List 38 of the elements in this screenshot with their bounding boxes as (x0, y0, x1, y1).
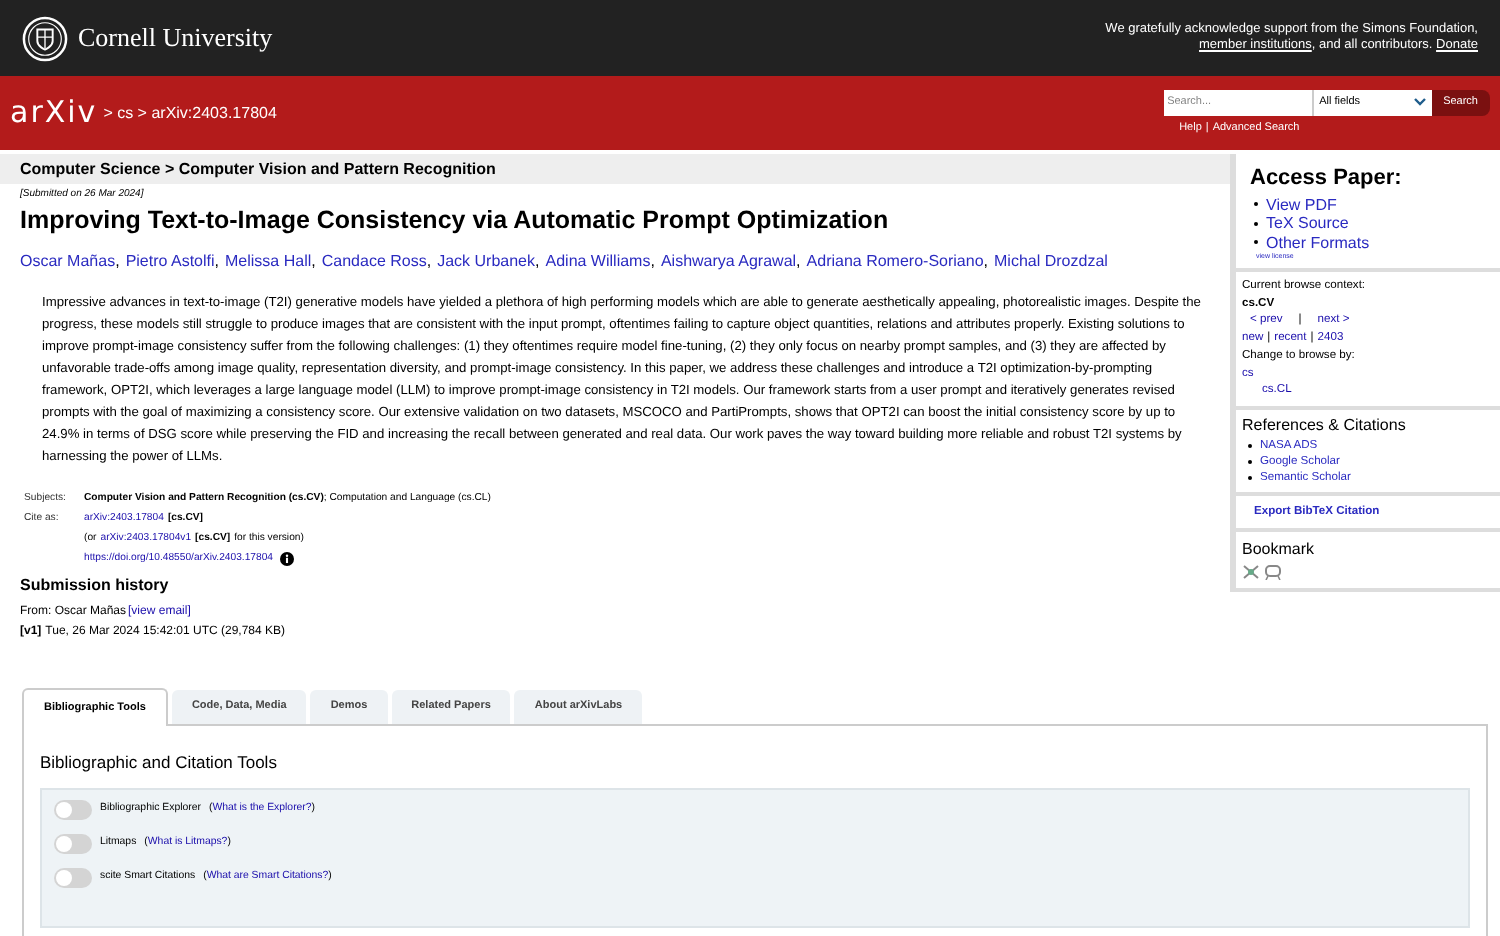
university-seal-icon (22, 15, 68, 61)
author-link[interactable]: Adina Williams (545, 251, 651, 269)
bookmark-service-icon[interactable] (1242, 563, 1260, 580)
toggle-switch[interactable] (54, 799, 92, 820)
breadcrumb: > cs > arXiv:2403.17804 (103, 101, 277, 125)
chevron-down-icon (1413, 98, 1426, 107)
author-separator: , (214, 251, 220, 269)
subject-breadcrumb: Computer Science > Computer Vision and Pattern Recognition (20, 157, 496, 181)
author-separator: , (115, 251, 120, 269)
author-link[interactable]: Candace Ross (321, 251, 427, 269)
paper-title: Improving Text-to-Image Consistency via Automatic Prompt Optimization (20, 205, 891, 235)
author-link[interactable]: Melissa Hall (225, 251, 312, 269)
author-link[interactable]: Aishwarya Agrawal (660, 251, 797, 269)
tools-heading: Bibliographic and Citation Tools (40, 750, 279, 776)
university-name[interactable]: Cornell University (78, 18, 273, 58)
author-separator: , (983, 251, 989, 269)
toggle-switch[interactable] (54, 867, 92, 888)
access-link[interactable]: TeX Source (1266, 214, 1349, 233)
submission-history-heading: Submission history (20, 574, 171, 599)
author-separator: , (650, 251, 655, 269)
arxiv-logo[interactable]: arXiv (10, 90, 98, 136)
author-separator: , (426, 251, 432, 269)
author-separator: , (796, 251, 801, 269)
author-link[interactable]: Oscar Mañas (20, 251, 116, 269)
author-link[interactable]: Adriana Romero-Soriano (806, 251, 984, 269)
access-link[interactable]: View PDF (1266, 195, 1337, 214)
author-link[interactable]: Jack Urbanek (437, 251, 536, 269)
access-link[interactable]: Other Formats (1266, 233, 1370, 252)
bookmark-heading: Bookmark (1242, 537, 1317, 562)
author-separator: , (535, 251, 540, 269)
bookmark-service-icon[interactable] (1264, 563, 1282, 580)
author-separator: , (311, 251, 316, 269)
info-icon[interactable] (279, 551, 293, 566)
author-link[interactable]: Michal Drozdzal (994, 251, 1108, 269)
toggle-switch[interactable] (54, 833, 92, 854)
author-link[interactable]: Pietro Astolfi (125, 251, 215, 269)
access-paper-heading: Access Paper: (1250, 164, 1404, 194)
references-heading: References & Citations (1242, 417, 1408, 434)
